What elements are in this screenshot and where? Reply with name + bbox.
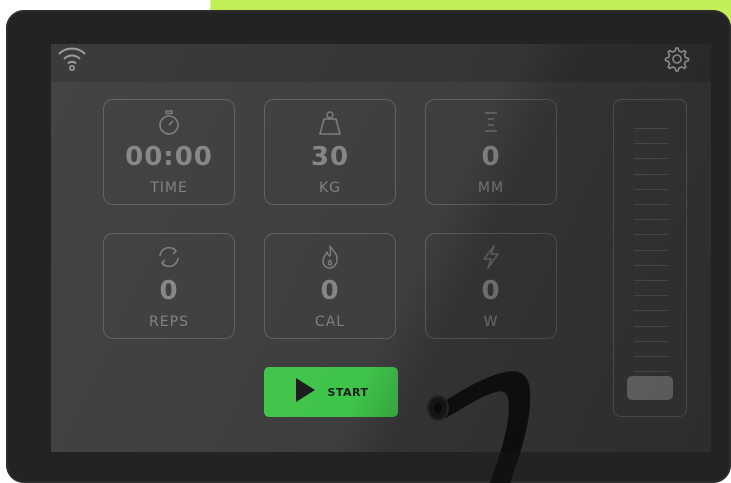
slider-tick xyxy=(634,310,668,312)
slider-tick xyxy=(634,158,668,160)
reps-unit: REPS xyxy=(149,314,189,330)
weight-icon xyxy=(265,110,395,136)
slider-tick xyxy=(634,234,668,236)
slider-tick xyxy=(634,143,668,145)
time-unit: TIME xyxy=(150,180,188,196)
slider-thumb[interactable] xyxy=(627,376,673,400)
distance-tile: 0 MM xyxy=(425,99,557,205)
calories-unit: CAL xyxy=(314,314,346,330)
power-tile: 0 W xyxy=(425,233,557,339)
wifi-icon xyxy=(54,44,90,76)
play-icon xyxy=(293,376,317,408)
weight-value: 30 xyxy=(310,142,350,172)
slider-tick xyxy=(634,264,668,266)
slider-tick xyxy=(634,340,668,342)
slider-tick xyxy=(634,219,668,221)
bolt-icon xyxy=(426,244,556,270)
calories-value: 0 xyxy=(320,276,340,306)
slider-tick xyxy=(634,295,668,297)
slider-tick xyxy=(634,173,668,175)
distance-value: 0 xyxy=(481,142,501,172)
power-unit: W xyxy=(483,314,499,330)
reps-tile: 0 REPS xyxy=(103,233,235,339)
flame-icon xyxy=(265,244,395,270)
slider-tick xyxy=(634,356,668,357)
start-button-label: START xyxy=(327,385,369,399)
slider-tick xyxy=(634,280,668,281)
distance-icon xyxy=(426,110,556,136)
weight-tile: 30 KG xyxy=(264,99,396,205)
resistance-slider[interactable] xyxy=(613,99,687,417)
start-button[interactable]: START xyxy=(264,367,398,417)
gear-icon[interactable] xyxy=(662,45,690,77)
slider-tick xyxy=(634,204,668,205)
distance-unit: MM xyxy=(477,180,505,196)
slider-tick xyxy=(634,188,668,190)
time-value: 00:00 xyxy=(125,142,213,172)
reps-value: 0 xyxy=(159,276,179,306)
slider-tick xyxy=(634,249,668,251)
calories-tile: 0 CAL xyxy=(264,233,396,339)
slider-tick xyxy=(634,128,668,129)
time-tile: 00:00 TIME xyxy=(103,99,235,205)
slider-tick xyxy=(634,325,668,327)
stopwatch-icon xyxy=(104,110,234,136)
status-bar xyxy=(51,44,711,82)
repeat-icon xyxy=(104,244,234,270)
slider-tick xyxy=(634,371,668,373)
power-value: 0 xyxy=(481,276,501,306)
weight-unit: KG xyxy=(318,180,342,196)
